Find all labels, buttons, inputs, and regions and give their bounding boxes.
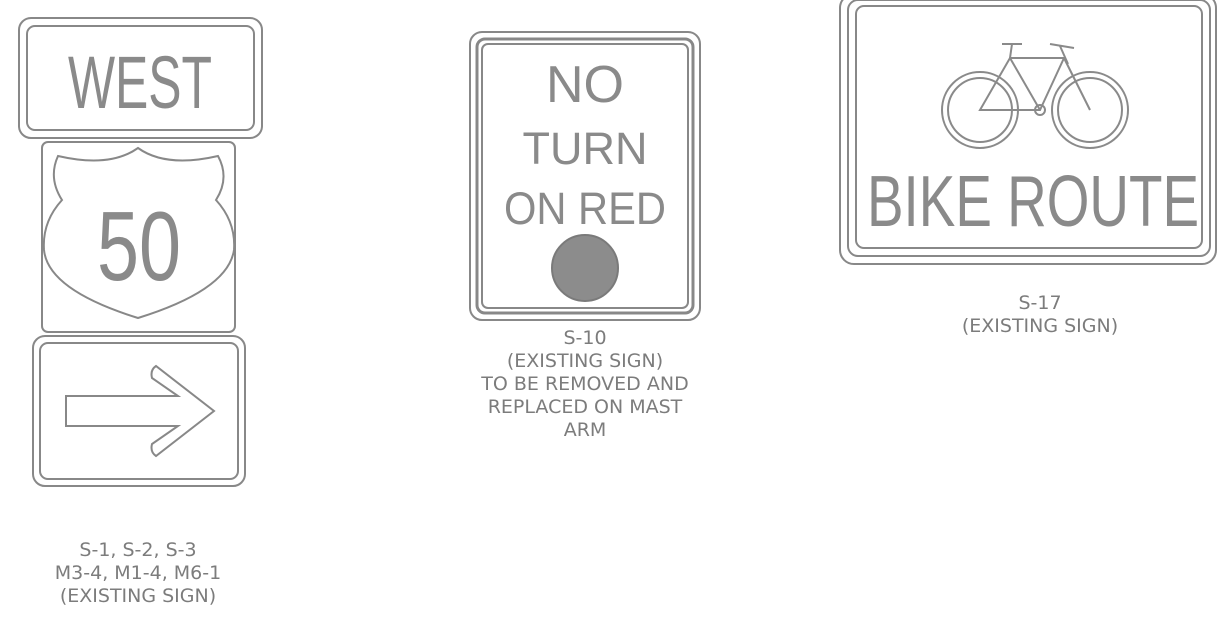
caption-middle-line-3: TO BE REMOVED AND — [481, 373, 689, 395]
caption-right-line-1: S-17 — [1018, 292, 1062, 314]
bike-route-sign: BIKE ROUTE — [839, 0, 1217, 265]
us-route-shield-sign: 50 — [41, 141, 236, 333]
west-sign-text: WEST — [68, 41, 212, 124]
caption-middle-line-1: S-10 — [563, 327, 607, 349]
directional-arrow-sign — [32, 335, 246, 487]
on-red-text: ON RED — [504, 183, 666, 234]
no-turn-on-red-sign: NO TURN ON RED — [469, 31, 701, 321]
red-ball-icon — [551, 234, 619, 302]
west-direction-sign: WEST — [18, 17, 263, 139]
caption-left-line-1: S-1, S-2, S-3 — [79, 539, 197, 561]
route-number-text: 50 — [97, 191, 181, 301]
caption-left-line-3: (EXISTING SIGN) — [59, 585, 217, 607]
caption-right: S-17 (EXISTING SIGN) — [915, 292, 1165, 338]
bicycle-icon — [941, 43, 1129, 149]
caption-middle-line-5: ARM — [563, 419, 607, 441]
caption-middle: S-10 (EXISTING SIGN) TO BE REMOVED AND R… — [455, 327, 715, 442]
bike-route-text: BIKE ROUTE — [867, 162, 1199, 242]
turn-text: TURN — [523, 123, 648, 174]
caption-left-line-2: M3-4, M1-4, M6-1 — [54, 562, 222, 584]
caption-middle-line-4: REPLACED ON MAST — [487, 396, 683, 418]
caption-left: S-1, S-2, S-3 M3-4, M1-4, M6-1 (EXISTING… — [18, 539, 258, 608]
caption-right-line-2: (EXISTING SIGN) — [961, 315, 1119, 337]
caption-middle-line-2: (EXISTING SIGN) — [506, 350, 664, 372]
right-arrow-icon — [65, 364, 216, 458]
no-text: NO — [546, 56, 624, 114]
